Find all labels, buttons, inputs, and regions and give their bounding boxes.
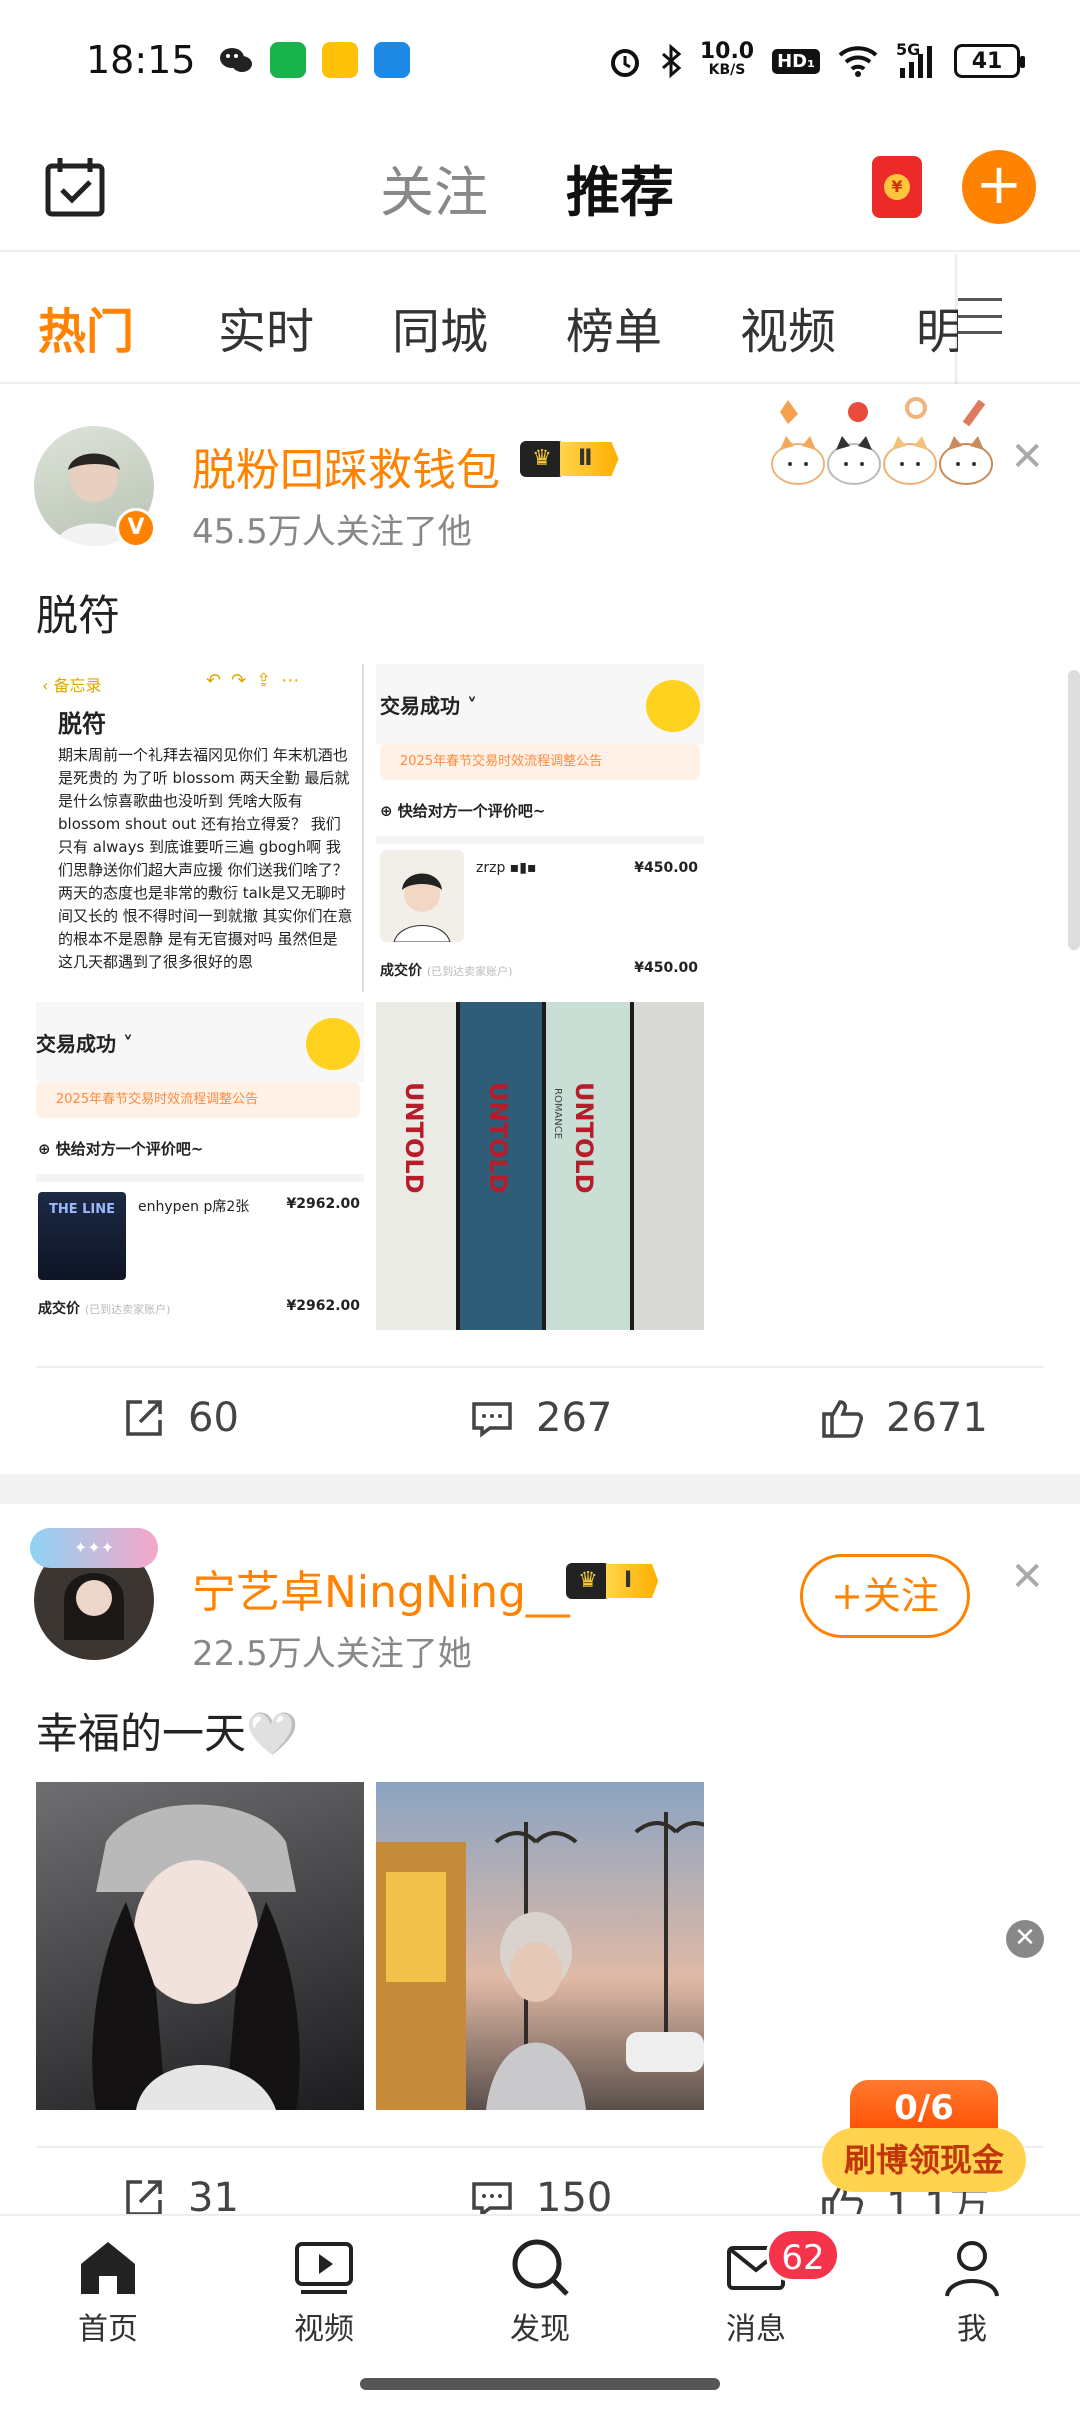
post-text: 脱符: [36, 591, 121, 640]
home-indicator[interactable]: [360, 2378, 720, 2390]
post-text: 幸福的一天🤍: [36, 1709, 299, 1758]
nav-messages[interactable]: 消息 62: [676, 2228, 840, 2348]
red-packet-button[interactable]: ¥: [872, 156, 922, 218]
nav-video[interactable]: 视频: [244, 2234, 404, 2348]
order-price: ¥450.00: [634, 860, 698, 876]
order-thumbnail: [380, 850, 464, 943]
battery-indicator: 41: [954, 44, 1025, 78]
tab-recommend[interactable]: 推荐: [566, 148, 674, 227]
order-review-prompt: ⊕ 快给对方一个评价吧~: [380, 802, 546, 820]
order-status: 交易成功 ˅: [36, 1032, 133, 1056]
post-username[interactable]: 脱粉回踩救钱包: [192, 434, 500, 498]
memo-toolbar-icons: ↶↷⇪⋯: [206, 670, 310, 691]
like-button[interactable]: 2671: [818, 1394, 988, 1442]
order-notice: 2025年春节交易时效流程调整公告: [380, 744, 700, 780]
verified-badge: V: [116, 508, 156, 548]
order-deal-price: ¥450.00: [634, 960, 698, 976]
coin-icon: ¥: [884, 174, 910, 200]
search-icon: [512, 2239, 569, 2296]
user-icon: [945, 2241, 999, 2297]
album-cover: [634, 1002, 704, 1330]
album-cover: UNTOLD ROMANCE: [546, 1002, 630, 1330]
category-rankings[interactable]: 榜单: [566, 292, 662, 362]
order-deal-label: 成交价 (已到达卖家账户): [380, 963, 513, 979]
close-icon[interactable]: ✕: [1010, 1554, 1044, 1600]
category-tabs: 热门 实时 同城 榜单 视频 明: [0, 254, 1080, 384]
post-image-street[interactable]: [376, 1782, 704, 2110]
category-hot[interactable]: 热门: [38, 292, 134, 362]
category-realtime[interactable]: 实时: [218, 292, 314, 362]
order-deal-price: ¥2962.00: [286, 1298, 360, 1314]
network-speed: 10.0 KB/S: [699, 39, 755, 79]
order-review-prompt: ⊕ 快给对方一个评价吧~: [38, 1140, 204, 1158]
top-header: 关注 推荐 ¥ +: [0, 120, 1080, 252]
close-icon[interactable]: ✕: [1010, 434, 1044, 480]
wechat-icon: [218, 42, 254, 78]
post-card: V 脱粉回踩救钱包 ♛ Ⅱ 45.5万人关注了他 ✕ 脱符 ‹ 备忘录 ↶↷⇪⋯…: [0, 386, 1080, 1474]
thumbs-up-icon: [822, 1400, 863, 1438]
order-notice: 2025年春节交易时效流程调整公告: [36, 1082, 360, 1118]
album-cover: UNTOLD: [376, 1002, 456, 1330]
repost-button[interactable]: 60: [120, 1394, 239, 1442]
post-image-order-2[interactable]: 交易成功 ˅ 2025年春节交易时效流程调整公告 ⊕ 快给对方一个评价吧~ TH…: [36, 1002, 364, 1330]
follower-count: 45.5万人关注了他: [192, 512, 472, 552]
post-image-order-1[interactable]: 交易成功 ˅ 2025年春节交易时效流程调整公告 ⊕ 快给对方一个评价吧~ zr…: [376, 664, 704, 992]
repost-icon: [126, 1400, 162, 1436]
cash-reward-button[interactable]: 刷博领现金: [822, 2128, 1026, 2192]
status-bar: 18:15 10.0 KB/S HD₁ 5G 41: [0, 0, 1080, 120]
cellular-signal-icon: 5G: [896, 40, 936, 78]
nav-discover[interactable]: 发现: [460, 2234, 620, 2348]
video-icon: [295, 2242, 353, 2294]
memo-back-link: ‹ 备忘录: [42, 676, 102, 695]
post-username[interactable]: 宁艺卓NingNing__: [192, 1556, 570, 1620]
order-seller: zrzp ▪▮▪: [476, 860, 537, 876]
hd-indicator: HD₁: [772, 48, 820, 74]
mascot-icon: [306, 1018, 360, 1070]
calendar-check-icon[interactable]: [42, 154, 108, 220]
order-status: 交易成功 ˅: [380, 694, 477, 718]
nav-home[interactable]: 首页: [28, 2234, 188, 2348]
category-local[interactable]: 同城: [392, 292, 488, 362]
alarm-icon: [610, 49, 639, 77]
category-video[interactable]: 视频: [740, 292, 836, 362]
security-app-icon: [374, 42, 410, 78]
comment-button[interactable]: 267: [468, 1394, 612, 1442]
category-menu-icon[interactable]: [958, 298, 1002, 334]
vip-level-badge[interactable]: ♛ Ⅱ: [520, 438, 619, 480]
order-price: ¥2962.00: [286, 1196, 360, 1212]
vip-level-badge[interactable]: ♛ Ⅰ: [566, 1560, 659, 1602]
close-ad-icon[interactable]: ✕: [1006, 1920, 1044, 1958]
feed-separator: [0, 1474, 1080, 1504]
album-cover: UNTOLD: [460, 1002, 542, 1330]
memo-title: 脱符: [58, 710, 106, 738]
mascot-icon: [646, 680, 700, 732]
unread-badge: 62: [766, 2228, 840, 2282]
status-time: 18:15: [86, 38, 196, 82]
order-deal-label: 成交价 (已到达卖家账户): [38, 1301, 171, 1317]
avatar-frame-decoration: ✦✦✦: [30, 1528, 158, 1568]
follow-button[interactable]: +关注: [800, 1554, 970, 1638]
memo-body: 期末周前一个礼拜去福冈见你们 年末机酒也是死贵的 为了听 blossom 两天全…: [58, 746, 353, 971]
tab-follow[interactable]: 关注: [380, 148, 488, 227]
home-icon: [81, 2242, 135, 2294]
follower-count: 22.5万人关注了她: [192, 1634, 472, 1674]
comment-icon: [472, 1402, 512, 1438]
wifi-icon: [838, 46, 878, 77]
notes-app-icon: [322, 42, 358, 78]
scroll-indicator[interactable]: [1068, 670, 1080, 950]
order-thumbnail: THE LINE: [38, 1192, 126, 1280]
compose-button[interactable]: +: [962, 150, 1036, 224]
order-item: enhypen p席2张: [138, 1199, 250, 1215]
crown-icon: ♛: [520, 441, 564, 477]
post-image-albums[interactable]: UNTOLD UNTOLD UNTOLD ROMANCE: [376, 1002, 704, 1330]
post-image-memo[interactable]: ‹ 备忘录 ↶↷⇪⋯ 脱符 期末周前一个礼拜去福冈见你们 年末机酒也是死贵的 为…: [36, 664, 364, 992]
messages-app-icon: [270, 42, 306, 78]
bluetooth-icon: [661, 44, 682, 78]
crown-icon: ♛: [566, 1563, 610, 1599]
cat-stickers: [770, 390, 1000, 490]
nav-me[interactable]: 我: [892, 2234, 1052, 2348]
post-image-selfie[interactable]: [36, 1782, 364, 2110]
post-actions: 60 267 2671: [0, 1368, 1080, 1468]
